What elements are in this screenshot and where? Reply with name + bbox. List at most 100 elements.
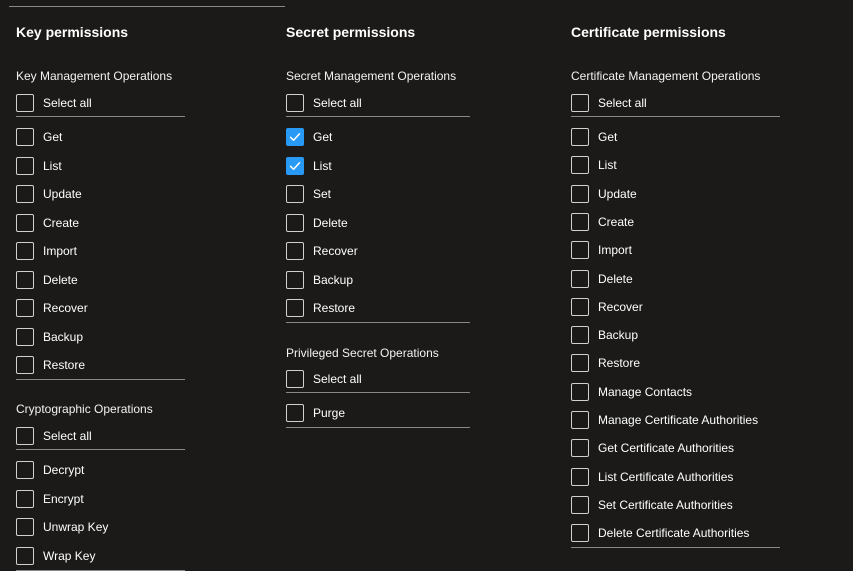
checkbox-import[interactable]: Import [571,240,632,260]
checkbox-encrypt[interactable]: Encrypt [16,489,84,509]
checkbox-wrap-key[interactable]: Wrap Key [16,546,95,566]
checkbox-get[interactable]: Get [16,127,62,147]
checkbox[interactable] [571,298,589,316]
checkbox[interactable] [571,411,589,429]
checkbox[interactable] [571,496,589,514]
checkbox-list[interactable]: List [571,155,617,175]
checkbox[interactable] [571,524,589,542]
checkbox-label: Manage Certificate Authorities [598,413,759,427]
checkbox[interactable] [16,157,34,175]
checkbox[interactable] [286,242,304,260]
checkbox-delete[interactable]: Delete [16,270,78,290]
checkbox-set-certificate-authorities[interactable]: Set Certificate Authorities [571,495,733,515]
checkbox-get[interactable]: Get [571,127,617,147]
checkbox-label: Encrypt [43,492,84,506]
checkbox-create[interactable]: Create [16,213,79,233]
checkbox[interactable] [16,185,34,203]
checkbox[interactable] [571,383,589,401]
checkbox-restore[interactable]: Restore [571,353,640,373]
checkbox[interactable] [571,185,589,203]
checkbox-recover[interactable]: Recover [286,241,358,261]
checkbox-backup[interactable]: Backup [16,327,83,347]
checkbox[interactable] [16,547,34,565]
checkbox-import[interactable]: Import [16,241,77,261]
checkbox[interactable] [286,370,304,388]
checkbox[interactable] [286,214,304,232]
checkbox-label: Select all [598,96,647,110]
checkbox[interactable] [16,94,34,112]
select-all-checkbox[interactable]: Select all [16,93,92,113]
select-all-checkbox[interactable]: Select all [286,369,362,389]
checkbox-label: Recover [598,300,643,314]
checkbox-create[interactable]: Create [571,212,634,232]
checkbox[interactable] [286,299,304,317]
privileged-secret-title: Privileged Secret Operations [286,346,439,360]
checkbox[interactable] [16,214,34,232]
checkbox-recover[interactable]: Recover [16,298,88,318]
checkbox[interactable] [571,241,589,259]
select-all-checkbox[interactable]: Select all [286,93,362,113]
section-divider [16,116,185,117]
checkbox[interactable] [571,156,589,174]
checkbox[interactable] [16,490,34,508]
checkbox-backup[interactable]: Backup [286,270,353,290]
checkbox-list-certificate-authorities[interactable]: List Certificate Authorities [571,467,733,487]
checkbox[interactable] [286,94,304,112]
checkbox-get-certificate-authorities[interactable]: Get Certificate Authorities [571,438,734,458]
checkbox[interactable] [286,404,304,422]
checkbox[interactable] [571,468,589,486]
checkbox[interactable] [286,185,304,203]
checkbox-delete[interactable]: Delete [571,269,633,289]
checkbox-restore[interactable]: Restore [286,298,355,318]
checkbox-label: Import [598,243,633,257]
checkbox-list[interactable]: List [16,156,62,176]
secret-management-title: Secret Management Operations [286,69,457,83]
checkbox[interactable] [16,242,34,260]
checkbox[interactable] [16,518,34,536]
checkbox-unwrap-key[interactable]: Unwrap Key [16,517,108,537]
checkbox-label: Update [43,187,82,201]
select-all-checkbox[interactable]: Select all [16,426,92,446]
checkbox[interactable] [286,128,304,146]
checkbox[interactable] [16,356,34,374]
select-all-checkbox[interactable]: Select all [571,93,647,113]
checkbox-manage-certificate-authorities[interactable]: Manage Certificate Authorities [571,410,758,430]
section-divider [16,379,185,380]
checkbox-get[interactable]: Get [286,127,332,147]
checkbox[interactable] [571,270,589,288]
checkbox-label: Wrap Key [43,549,96,563]
checkbox-decrypt[interactable]: Decrypt [16,460,84,480]
checkbox-restore[interactable]: Restore [16,355,85,375]
checkbox[interactable] [16,461,34,479]
checkbox[interactable] [16,128,34,146]
checkbox[interactable] [571,128,589,146]
checkbox-list[interactable]: List [286,156,332,176]
checkbox[interactable] [16,271,34,289]
checkbox-update[interactable]: Update [571,184,637,204]
checkbox[interactable] [571,94,589,112]
checkbox[interactable] [571,354,589,372]
checkbox-recover[interactable]: Recover [571,297,643,317]
checkbox-backup[interactable]: Backup [571,325,638,345]
checkbox-label: Set [313,187,332,201]
cryptographic-operations-title: Cryptographic Operations [16,402,153,416]
checkbox[interactable] [16,328,34,346]
checkbox-update[interactable]: Update [16,184,82,204]
checkmark-icon [289,162,301,170]
checkbox-purge[interactable]: Purge [286,403,345,423]
key-permissions-title: Key permissions [16,24,129,40]
checkbox[interactable] [571,439,589,457]
checkbox[interactable] [16,427,34,445]
checkbox[interactable] [286,271,304,289]
section-divider [286,427,470,428]
checkbox[interactable] [571,326,589,344]
checkbox-manage-contacts[interactable]: Manage Contacts [571,382,692,402]
checkbox[interactable] [571,213,589,231]
checkbox[interactable] [16,299,34,317]
checkbox[interactable] [286,157,304,175]
checkbox-delete-certificate-authorities[interactable]: Delete Certificate Authorities [571,523,749,543]
checkbox-label: Backup [313,273,354,287]
checkbox-delete[interactable]: Delete [286,213,348,233]
checkbox-set[interactable]: Set [286,184,331,204]
section-divider [571,116,780,117]
